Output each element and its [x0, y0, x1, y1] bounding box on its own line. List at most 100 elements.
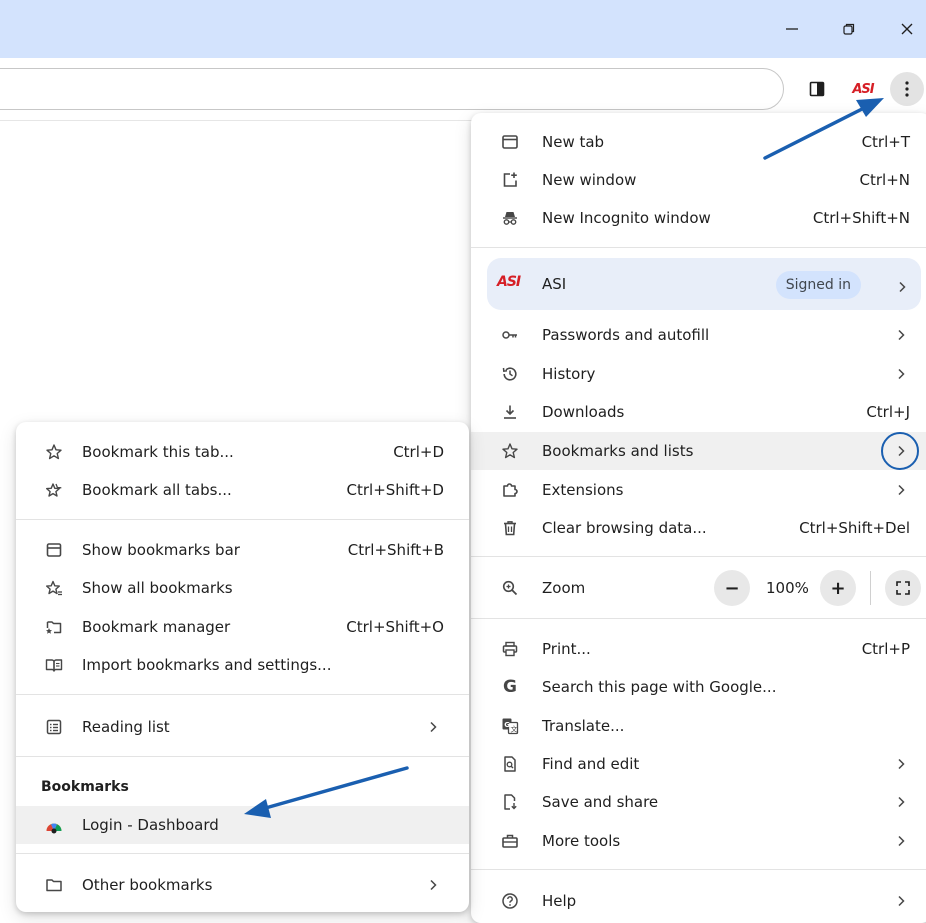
menu-separator: [16, 694, 469, 695]
menu-item-show-bookmarks-bar[interactable]: Show bookmarks bar Ctrl+Shift+B: [16, 531, 469, 569]
reading-list-icon: [43, 716, 65, 738]
find-icon: [499, 753, 521, 775]
menu-separator: [471, 869, 926, 870]
zoom-icon: [499, 577, 521, 599]
printer-icon: [499, 638, 521, 660]
save-share-icon: [499, 791, 521, 813]
zoom-in-label: +: [830, 577, 846, 599]
menu-item-label: Search this page with Google...: [542, 678, 777, 696]
menu-item-show-all-bookmarks[interactable]: Show all bookmarks: [16, 569, 469, 607]
menu-item-zoom: Zoom: [471, 569, 926, 607]
menu-item-label: Bookmarks and lists: [542, 442, 694, 460]
menu-item-print[interactable]: Print... Ctrl+P: [471, 630, 926, 668]
chevron-right-icon: [895, 796, 907, 808]
bookmark-manager-icon: [43, 616, 65, 638]
menu-item-reading-list[interactable]: Reading list: [16, 708, 469, 746]
menu-item-new-tab[interactable]: New tab Ctrl+T: [471, 123, 926, 161]
minimize-icon: [786, 28, 798, 30]
trash-icon: [499, 517, 521, 539]
bookmarks-submenu: Bookmark this tab... Ctrl+D Bookmark all…: [16, 422, 469, 912]
menu-item-find-and-edit[interactable]: Find and edit: [471, 745, 926, 783]
bookmark-login-dashboard[interactable]: Login - Dashboard: [16, 806, 469, 844]
menu-item-label: Save and share: [542, 793, 659, 811]
menu-item-passwords[interactable]: Passwords and autofill: [471, 316, 926, 354]
shortcut-label: Ctrl+Shift+O: [346, 618, 444, 636]
menu-item-label: New Incognito window: [542, 209, 711, 227]
menu-item-other-bookmarks[interactable]: Other bookmarks: [16, 866, 469, 904]
fullscreen-button[interactable]: [885, 570, 921, 606]
bookmarks-section-title: Bookmarks: [41, 779, 129, 795]
key-icon: [499, 324, 521, 346]
menu-item-search-with-google[interactable]: G Search this page with Google...: [471, 668, 926, 706]
star-list-icon: [43, 577, 65, 599]
zoom-in-button[interactable]: +: [820, 570, 856, 606]
menu-item-label: New window: [542, 171, 637, 189]
menu-item-more-tools[interactable]: More tools: [471, 822, 926, 860]
shortcut-label: Ctrl+N: [859, 171, 910, 189]
menu-item-label: Reading list: [82, 718, 170, 736]
menu-item-new-incognito[interactable]: New Incognito window Ctrl+Shift+N: [471, 199, 926, 237]
menu-item-label: More tools: [542, 832, 621, 850]
restore-button[interactable]: [834, 14, 864, 44]
menu-separator: [16, 756, 469, 757]
zoom-out-button[interactable]: −: [714, 570, 750, 606]
shortcut-label: Ctrl+Shift+N: [812, 209, 910, 227]
menu-item-label: History: [542, 365, 596, 383]
close-button[interactable]: [892, 14, 922, 44]
menu-separator: [471, 556, 926, 557]
svg-text:文: 文: [511, 725, 518, 734]
chevron-right-icon: [895, 329, 907, 341]
menu-separator: [471, 618, 926, 619]
menu-item-bookmark-manager[interactable]: Bookmark manager Ctrl+Shift+O: [16, 608, 469, 646]
shortcut-label: Ctrl+Shift+Del: [799, 519, 910, 537]
menu-item-bookmarks-and-lists[interactable]: Bookmarks and lists: [471, 432, 926, 470]
menu-item-label: Extensions: [542, 481, 624, 499]
signed-in-badge: Signed in: [775, 271, 861, 299]
toolbox-icon: [499, 830, 521, 852]
menu-item-help[interactable]: Help: [471, 882, 926, 920]
side-panel-button[interactable]: [806, 78, 828, 100]
shortcut-label: Ctrl+Shift+B: [347, 541, 444, 559]
shortcut-label: Ctrl+D: [393, 443, 444, 461]
profile-name: ASI: [542, 275, 567, 293]
menu-item-downloads[interactable]: Downloads Ctrl+J: [471, 393, 926, 431]
chrome-menu-button[interactable]: [890, 72, 924, 106]
folder-icon: [43, 874, 65, 896]
chevron-right-icon: [895, 835, 907, 847]
menu-separator: [16, 519, 469, 520]
incognito-icon: [499, 207, 521, 229]
highlight-circle-annotation: [881, 432, 919, 470]
menu-item-bookmark-this-tab[interactable]: Bookmark this tab... Ctrl+D: [16, 433, 469, 471]
menu-item-import-bookmarks[interactable]: Import bookmarks and settings...: [16, 646, 469, 684]
menu-separator: [471, 247, 926, 248]
menu-item-label: Bookmark this tab...: [82, 443, 234, 461]
restore-icon: [843, 23, 855, 35]
menu-item-label: Downloads: [542, 403, 625, 421]
new-window-icon: [499, 169, 521, 191]
toolbar: ASI: [0, 58, 926, 121]
title-bar: [0, 0, 926, 58]
menu-item-label: Bookmark all tabs...: [82, 481, 232, 499]
close-icon: [901, 23, 913, 35]
chevron-right-icon: [895, 758, 907, 770]
menu-item-new-window[interactable]: New window Ctrl+N: [471, 161, 926, 199]
menu-item-clear-browsing-data[interactable]: Clear browsing data... Ctrl+Shift+Del: [471, 509, 926, 547]
chrome-main-menu: New tab Ctrl+T New window Ctrl+N New Inc…: [471, 113, 926, 923]
menu-item-history[interactable]: History: [471, 355, 926, 393]
menu-item-translate[interactable]: G文 Translate...: [471, 707, 926, 745]
menu-item-label: Passwords and autofill: [542, 326, 710, 344]
menu-item-label: Print...: [542, 640, 591, 658]
address-bar[interactable]: [0, 68, 784, 110]
asi-extension-button[interactable]: ASI: [847, 77, 879, 101]
star-icon: [499, 440, 521, 462]
minimize-button[interactable]: [777, 14, 807, 44]
menu-item-bookmark-all-tabs[interactable]: Bookmark all tabs... Ctrl+Shift+D: [16, 471, 469, 509]
svg-text:G: G: [504, 721, 510, 729]
menu-item-label: Help: [542, 892, 577, 910]
menu-item-label: Other bookmarks: [82, 876, 213, 894]
dashboard-favicon-icon: [43, 814, 65, 836]
menu-item-save-and-share[interactable]: Save and share: [471, 783, 926, 821]
menu-item-extensions[interactable]: Extensions: [471, 471, 926, 509]
profile-row[interactable]: ASI ASI Signed in: [487, 258, 921, 310]
translate-icon: G文: [499, 715, 521, 737]
